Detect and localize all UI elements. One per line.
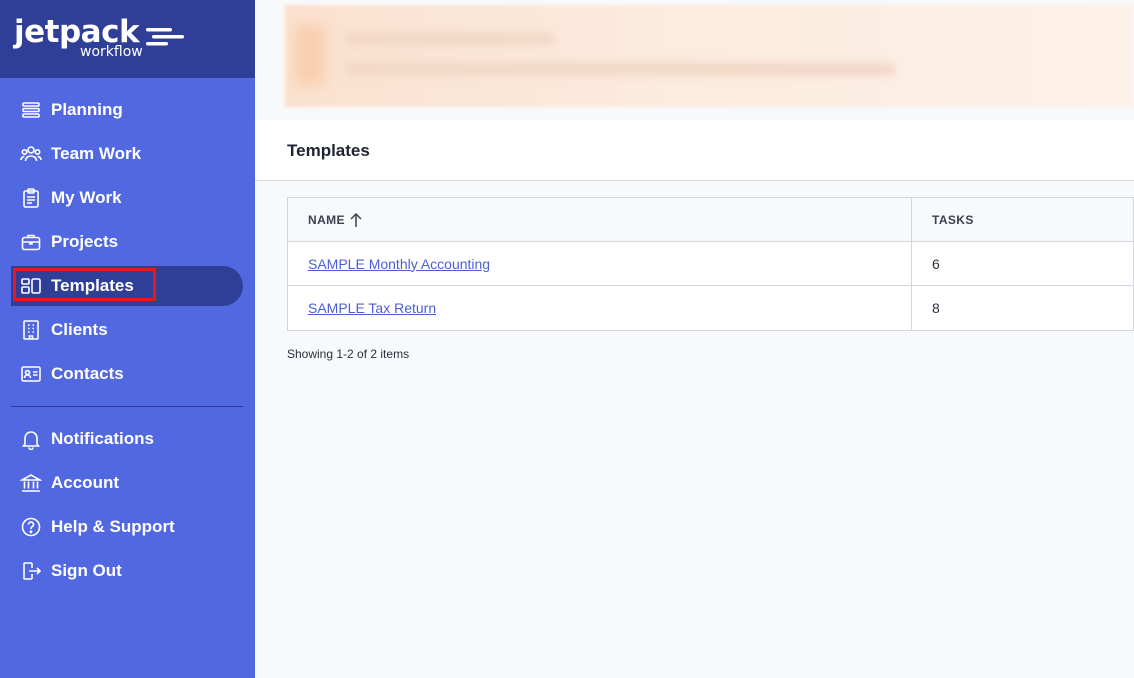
sidebar-item-help-support[interactable]: Help & Support [11,507,243,547]
list-icon [20,99,42,121]
sidebar-item-label: My Work [51,188,122,207]
sidebar-item-sign-out[interactable]: Sign Out [11,551,243,591]
sidebar-item-label: Projects [51,232,119,251]
table-row: SAMPLE Monthly Accounting 6 [288,242,1133,286]
column-header-label: TASKS [932,212,974,227]
column-header-label: NAME [308,212,345,227]
sidebar-item-label: Sign Out [51,561,122,580]
sidebar-item-clients[interactable]: Clients [11,310,243,350]
table-row: SAMPLE Tax Return 8 [288,286,1133,330]
sidebar-item-label: Help & Support [51,517,175,536]
contact-card-icon [20,363,42,385]
logo-speed-lines-icon [146,28,184,46]
building-icon [20,319,42,341]
column-header-name[interactable]: NAME [288,198,912,241]
sign-out-icon [20,560,42,582]
sidebar: jetpack workflow Planning Team Work My W… [0,0,255,678]
briefcase-icon [20,231,42,253]
page-title: Templates [287,141,370,160]
sort-ascending-icon[interactable] [349,212,363,228]
sidebar-item-label: Clients [51,320,108,339]
table-cell-name: SAMPLE Monthly Accounting [288,242,912,285]
bell-icon [20,428,42,450]
page-header: Templates [255,120,1134,181]
sidebar-item-notifications[interactable]: Notifications [11,419,243,459]
brand-subtitle: workflow [80,44,143,60]
template-link[interactable]: SAMPLE Monthly Accounting [308,256,490,272]
team-icon [20,143,42,165]
sidebar-item-my-work[interactable]: My Work [11,178,243,218]
bank-icon [20,472,42,494]
sidebar-item-templates[interactable]: Templates [11,266,243,306]
help-icon [20,516,42,538]
sidebar-item-planning[interactable]: Planning [11,90,243,130]
sidebar-item-label: Templates [51,276,134,295]
templates-table: NAME TASKS SAMPLE Monthly Accounting 6 S… [287,197,1134,331]
template-link[interactable]: SAMPLE Tax Return [308,300,436,316]
sidebar-item-label: Contacts [51,364,124,383]
pagination-summary: Showing 1-2 of 2 items [287,347,410,361]
table-cell-name: SAMPLE Tax Return [288,286,912,330]
clipboard-icon [20,187,42,209]
templates-icon [20,275,42,297]
logo-bar: jetpack workflow [0,0,255,78]
table-cell-tasks: 8 [932,300,940,316]
sidebar-item-contacts[interactable]: Contacts [11,354,243,394]
sidebar-divider [11,406,243,407]
table-header-row: NAME TASKS [288,198,1133,242]
sidebar-item-account[interactable]: Account [11,463,243,503]
column-header-tasks[interactable]: TASKS [912,198,1133,241]
sidebar-item-label: Account [51,473,119,492]
table-cell-tasks: 6 [932,255,940,272]
sidebar-item-label: Notifications [51,429,154,448]
blurred-banner [285,5,1134,107]
sidebar-item-projects[interactable]: Projects [11,222,243,262]
sidebar-item-label: Team Work [51,144,142,163]
sidebar-item-team-work[interactable]: Team Work [11,134,243,174]
sidebar-item-label: Planning [51,100,123,119]
